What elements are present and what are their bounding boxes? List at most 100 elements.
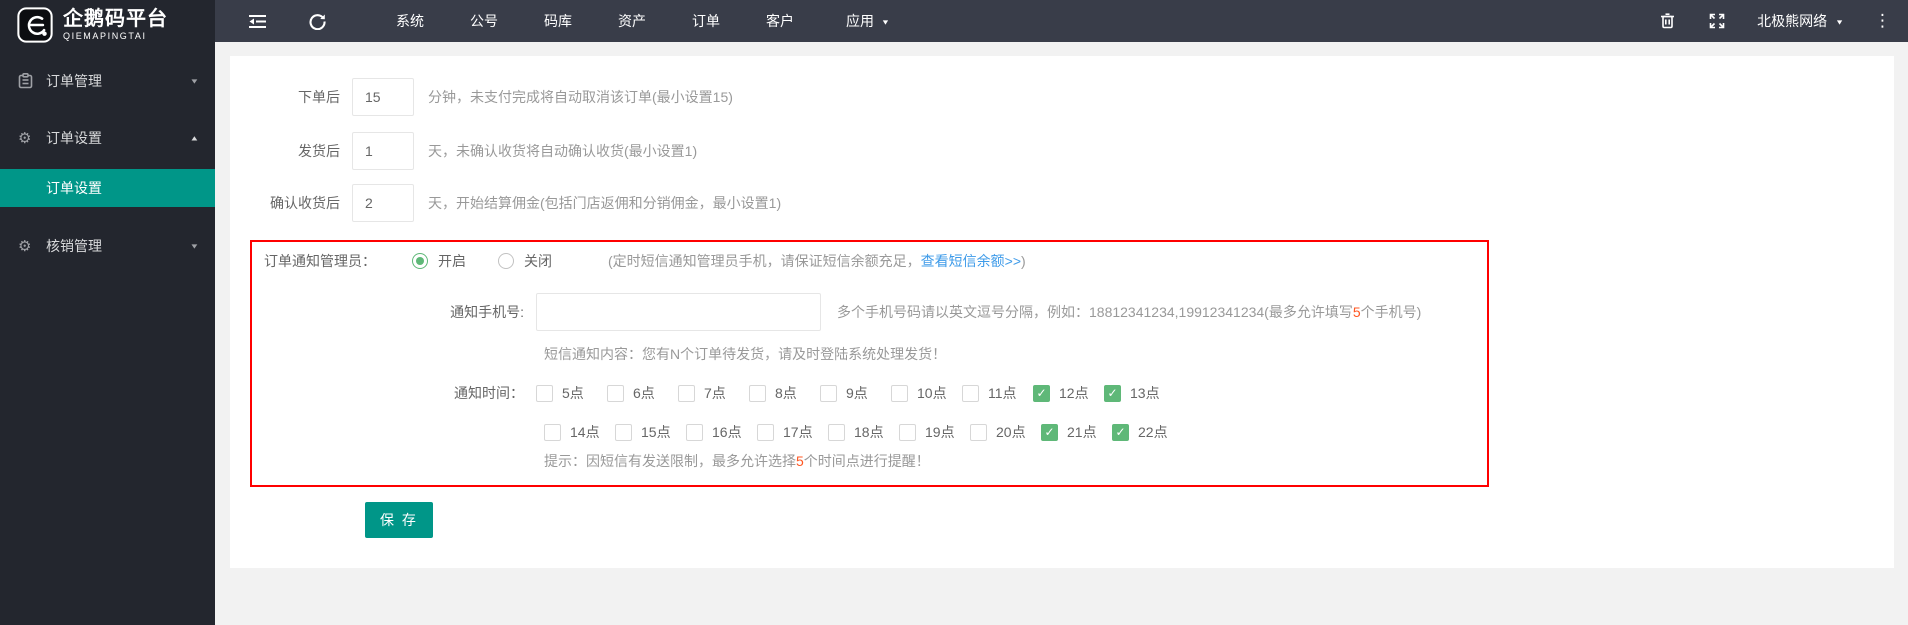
sidebar-item-writeoff-management[interactable]: ⚙ 核销管理 ▼: [0, 223, 215, 268]
top-nav-item[interactable]: 公号: [447, 0, 521, 42]
gear-icon: ⚙: [18, 129, 32, 147]
hour-checkbox-item[interactable]: 9点: [820, 383, 891, 403]
hour-checkbox[interactable]: [607, 384, 624, 402]
notify-phone-input[interactable]: [536, 293, 821, 331]
hour-checkbox-item[interactable]: 22点: [1112, 422, 1183, 442]
hour-checkbox[interactable]: [820, 384, 837, 402]
field-description: 天，开始结算佣金(包括门店返佣和分销佣金，最小设置1): [428, 195, 782, 211]
top-nav-item[interactable]: 系统: [373, 0, 447, 42]
tip-max-count: 5: [796, 453, 804, 469]
brand-title: 企鹅码平台: [63, 8, 168, 30]
form-row-order-cancel: 下单后 分钟，未支付完成将自动取消该订单(最小设置15): [230, 78, 733, 116]
hour-checkbox-item[interactable]: 18点: [828, 422, 899, 442]
top-nav-item[interactable]: 客户: [743, 0, 817, 42]
refresh-icon[interactable]: [307, 11, 327, 31]
chevron-up-icon: ▲: [189, 133, 200, 142]
notify-time-row-1: 通知时间： 5点 6点 7点 8点 9点 10点 11点 ✓ 12点 ✓ 13点: [252, 383, 1487, 403]
hour-checkbox[interactable]: [970, 423, 987, 441]
hour-label: 19点: [925, 424, 955, 440]
hour-label: 8点: [775, 385, 797, 401]
hour-checkbox-item[interactable]: 16点: [686, 422, 757, 442]
save-button[interactable]: 保 存: [365, 502, 433, 538]
hour-checkbox-item[interactable]: 12点: [1033, 383, 1104, 403]
hour-checkbox[interactable]: [749, 384, 766, 402]
hour-checkbox-item[interactable]: 19点: [899, 422, 970, 442]
hour-checkbox-item[interactable]: 5点: [536, 383, 607, 403]
hour-checkbox[interactable]: [1112, 423, 1129, 441]
top-nav-item[interactable]: 资产: [595, 0, 669, 42]
brand-subtitle: QIEMAPINGTAI: [63, 31, 147, 41]
unpaid-cancel-minutes-input[interactable]: [352, 78, 414, 116]
sidebar-item-order-settings[interactable]: ⚙ 订单设置 ▲: [0, 115, 215, 160]
chevron-down-icon: ▼: [189, 76, 200, 85]
top-nav-item[interactable]: 码库: [521, 0, 595, 42]
trash-icon[interactable]: [1657, 11, 1677, 31]
hour-checkbox[interactable]: [544, 423, 561, 441]
sms-content-text: 短信通知内容：您有N个订单待发货，请及时登陆系统处理发货！: [544, 346, 947, 362]
hour-label: 14点: [570, 424, 600, 440]
hour-label: 17点: [783, 424, 813, 440]
hour-checkbox-item[interactable]: 10点: [891, 383, 962, 403]
chevron-down-icon: ▼: [1835, 18, 1844, 26]
hour-checkbox[interactable]: [899, 423, 916, 441]
hour-label: 18点: [854, 424, 884, 440]
collapse-menu-icon[interactable]: [247, 11, 267, 31]
brand-logo-icon: [17, 7, 53, 43]
fullscreen-icon[interactable]: [1707, 11, 1727, 31]
notify-note: (定时短信通知管理员手机，请保证短信余额充足，查看短信余额>>): [608, 253, 1026, 269]
hour-checkbox[interactable]: [1104, 384, 1121, 402]
hour-checkbox[interactable]: [828, 423, 845, 441]
phone-field-label: 通知手机号:: [450, 304, 524, 320]
hour-checkbox[interactable]: [678, 384, 695, 402]
hour-label: 20点: [996, 424, 1026, 440]
sidebar: 企鹅码平台 QIEMAPINGTAI 订单管理 ▼ ⚙ 订单设置 ▲ 订单设置 …: [0, 0, 215, 625]
notify-admin-label: 订单通知管理员：: [264, 253, 376, 269]
hour-checkbox-item[interactable]: 15点: [615, 422, 686, 442]
hour-label: 10点: [917, 385, 947, 401]
hour-checkbox-item[interactable]: 20点: [970, 422, 1041, 442]
hour-checkbox-item[interactable]: 13点: [1104, 383, 1175, 403]
sidebar-item-order-management[interactable]: 订单管理 ▼: [0, 58, 215, 103]
radio-on-label: 开启: [438, 253, 466, 269]
hour-checkbox[interactable]: [757, 423, 774, 441]
brand: 企鹅码平台 QIEMAPINGTAI: [0, 0, 215, 50]
hour-checkbox-item[interactable]: 11点: [962, 383, 1033, 403]
top-bar: 系统 公号 码库 资产 订单 客户 应用 ▼ 北极熊网络 ▼ ⋮: [215, 0, 1908, 42]
hour-checkbox[interactable]: [891, 384, 908, 402]
top-nav-item-apps[interactable]: 应用 ▼: [823, 0, 913, 42]
hour-checkbox[interactable]: [1041, 423, 1058, 441]
radio-off-icon[interactable]: [498, 253, 514, 269]
hour-checkbox[interactable]: [1033, 384, 1050, 402]
radio-option-on[interactable]: 开启: [412, 251, 466, 271]
sms-content-row: 短信通知内容：您有N个订单待发货，请及时登陆系统处理发货！: [252, 344, 1487, 364]
notify-phone-row: 通知手机号: 多个手机号码请以英文逗号分隔，例如：18812341234,199…: [252, 293, 1487, 331]
top-nav-item[interactable]: 订单: [669, 0, 743, 42]
field-label: 发货后: [298, 143, 340, 159]
hour-checkbox[interactable]: [962, 384, 979, 402]
notify-tip-row: 提示：因短信有发送限制，最多允许选择5个时间点进行提醒！: [252, 451, 1487, 471]
form-row-auto-confirm: 发货后 天，未确认收货将自动确认收货(最小设置1): [230, 132, 697, 170]
hour-checkbox[interactable]: [615, 423, 632, 441]
time-field-label: 通知时间：: [454, 385, 524, 401]
hour-checkbox-item[interactable]: 8点: [749, 383, 820, 403]
account-name: 北极熊网络: [1757, 13, 1828, 29]
hour-checkbox-item[interactable]: 14点: [544, 422, 615, 442]
hour-checkbox-item[interactable]: 21点: [1041, 422, 1112, 442]
clipboard-icon: [18, 72, 42, 89]
hour-checkbox-item[interactable]: 7点: [678, 383, 749, 403]
hour-checkbox[interactable]: [536, 384, 553, 402]
commission-settle-days-input[interactable]: [352, 184, 414, 222]
hour-checkbox-item[interactable]: 6点: [607, 383, 678, 403]
radio-option-off[interactable]: 关闭: [498, 251, 552, 271]
radio-on-icon[interactable]: [412, 253, 428, 269]
hour-label: 13点: [1130, 385, 1160, 401]
account-dropdown[interactable]: 北极熊网络 ▼: [1757, 11, 1844, 31]
kebab-menu-icon[interactable]: ⋮: [1874, 11, 1891, 31]
auto-confirm-days-input[interactable]: [352, 132, 414, 170]
hour-label: 16点: [712, 424, 742, 440]
field-description: 天，未确认收货将自动确认收货(最小设置1): [428, 143, 698, 159]
hour-checkbox[interactable]: [686, 423, 703, 441]
sms-balance-link[interactable]: 查看短信余额>>: [921, 253, 1021, 269]
sidebar-subitem-order-settings-active[interactable]: 订单设置: [0, 169, 215, 207]
hour-checkbox-item[interactable]: 17点: [757, 422, 828, 442]
